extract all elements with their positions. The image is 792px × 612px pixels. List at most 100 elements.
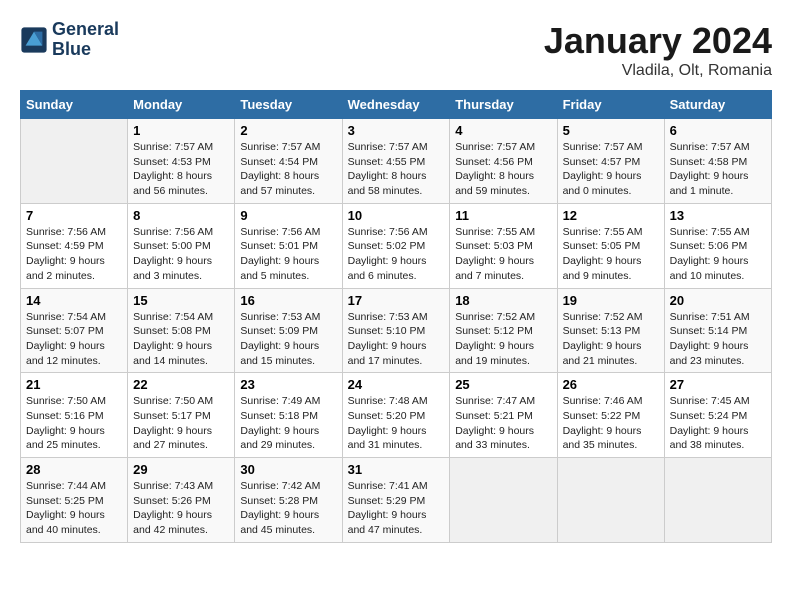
day-number: 6	[670, 123, 766, 138]
day-info: Sunrise: 7:45 AMSunset: 5:24 PMDaylight:…	[670, 394, 766, 453]
location: Vladila, Olt, Romania	[544, 62, 772, 80]
day-number: 11	[455, 208, 551, 223]
day-number: 16	[240, 293, 336, 308]
weekday-header-saturday: Saturday	[664, 91, 771, 119]
weekday-header-wednesday: Wednesday	[342, 91, 450, 119]
day-info: Sunrise: 7:44 AMSunset: 5:25 PMDaylight:…	[26, 479, 122, 538]
day-cell: 5 Sunrise: 7:57 AMSunset: 4:57 PMDaylight…	[557, 119, 664, 204]
weekday-header-row: SundayMondayTuesdayWednesdayThursdayFrid…	[21, 91, 772, 119]
week-row-0: 1 Sunrise: 7:57 AMSunset: 4:53 PMDaylight…	[21, 119, 772, 204]
day-info: Sunrise: 7:57 AMSunset: 4:55 PMDaylight:…	[348, 140, 445, 199]
day-cell: 24 Sunrise: 7:48 AMSunset: 5:20 PMDayligh…	[342, 373, 450, 458]
day-cell: 30 Sunrise: 7:42 AMSunset: 5:28 PMDayligh…	[235, 458, 342, 543]
day-number: 5	[563, 123, 659, 138]
day-number: 19	[563, 293, 659, 308]
day-number: 7	[26, 208, 122, 223]
day-number: 2	[240, 123, 336, 138]
day-cell: 10 Sunrise: 7:56 AMSunset: 5:02 PMDayligh…	[342, 203, 450, 288]
day-cell: 1 Sunrise: 7:57 AMSunset: 4:53 PMDaylight…	[128, 119, 235, 204]
day-info: Sunrise: 7:56 AMSunset: 4:59 PMDaylight:…	[26, 225, 122, 284]
day-info: Sunrise: 7:47 AMSunset: 5:21 PMDaylight:…	[455, 394, 551, 453]
day-info: Sunrise: 7:53 AMSunset: 5:10 PMDaylight:…	[348, 310, 445, 369]
day-info: Sunrise: 7:46 AMSunset: 5:22 PMDaylight:…	[563, 394, 659, 453]
day-cell	[557, 458, 664, 543]
day-info: Sunrise: 7:57 AMSunset: 4:56 PMDaylight:…	[455, 140, 551, 199]
day-info: Sunrise: 7:56 AMSunset: 5:01 PMDaylight:…	[240, 225, 336, 284]
day-info: Sunrise: 7:56 AMSunset: 5:02 PMDaylight:…	[348, 225, 445, 284]
day-number: 12	[563, 208, 659, 223]
day-info: Sunrise: 7:55 AMSunset: 5:06 PMDaylight:…	[670, 225, 766, 284]
week-row-3: 21Sunrise: 7:50 AMSunset: 5:16 PMDayligh…	[21, 373, 772, 458]
day-number: 22	[133, 377, 229, 392]
day-info: Sunrise: 7:49 AMSunset: 5:18 PMDaylight:…	[240, 394, 336, 453]
week-row-2: 14Sunrise: 7:54 AMSunset: 5:07 PMDayligh…	[21, 288, 772, 373]
day-number: 30	[240, 462, 336, 477]
day-info: Sunrise: 7:43 AMSunset: 5:26 PMDaylight:…	[133, 479, 229, 538]
day-cell: 16 Sunrise: 7:53 AMSunset: 5:09 PMDayligh…	[235, 288, 342, 373]
day-number: 1	[133, 123, 229, 138]
calendar-table: SundayMondayTuesdayWednesdayThursdayFrid…	[20, 90, 772, 543]
day-number: 20	[670, 293, 766, 308]
day-number: 14	[26, 293, 122, 308]
week-row-4: 28 Sunrise: 7:44 AMSunset: 5:25 PMDayligh…	[21, 458, 772, 543]
day-cell: 26 Sunrise: 7:46 AMSunset: 5:22 PMDayligh…	[557, 373, 664, 458]
day-cell: 4 Sunrise: 7:57 AMSunset: 4:56 PMDaylight…	[450, 119, 557, 204]
day-number: 26	[563, 377, 659, 392]
logo-icon	[20, 26, 48, 54]
month-title: January 2024	[544, 20, 772, 62]
day-cell: 27 Sunrise: 7:45 AMSunset: 5:24 PMDayligh…	[664, 373, 771, 458]
day-cell: 20 Sunrise: 7:51 AMSunset: 5:14 PMDayligh…	[664, 288, 771, 373]
day-info: Sunrise: 7:57 AMSunset: 4:57 PMDaylight:…	[563, 140, 659, 199]
day-cell: 8 Sunrise: 7:56 AMSunset: 5:00 PMDaylight…	[128, 203, 235, 288]
day-info: Sunrise: 7:52 AMSunset: 5:13 PMDaylight:…	[563, 310, 659, 369]
logo-text: General Blue	[52, 20, 119, 60]
day-cell: 23 Sunrise: 7:49 AMSunset: 5:18 PMDayligh…	[235, 373, 342, 458]
day-cell: 31Sunrise: 7:41 AMSunset: 5:29 PMDayligh…	[342, 458, 450, 543]
day-number: 18	[455, 293, 551, 308]
day-info: Sunrise: 7:50 AMSunset: 5:17 PMDaylight:…	[133, 394, 229, 453]
week-row-1: 7 Sunrise: 7:56 AMSunset: 4:59 PMDaylight…	[21, 203, 772, 288]
day-info: Sunrise: 7:55 AMSunset: 5:03 PMDaylight:…	[455, 225, 551, 284]
day-info: Sunrise: 7:52 AMSunset: 5:12 PMDaylight:…	[455, 310, 551, 369]
day-cell: 17 Sunrise: 7:53 AMSunset: 5:10 PMDayligh…	[342, 288, 450, 373]
day-number: 4	[455, 123, 551, 138]
day-cell: 15 Sunrise: 7:54 AMSunset: 5:08 PMDayligh…	[128, 288, 235, 373]
day-info: Sunrise: 7:53 AMSunset: 5:09 PMDaylight:…	[240, 310, 336, 369]
logo: General Blue	[20, 20, 119, 60]
day-info: Sunrise: 7:57 AMSunset: 4:54 PMDaylight:…	[240, 140, 336, 199]
day-number: 15	[133, 293, 229, 308]
day-number: 23	[240, 377, 336, 392]
day-cell: 21Sunrise: 7:50 AMSunset: 5:16 PMDayligh…	[21, 373, 128, 458]
day-number: 10	[348, 208, 445, 223]
day-cell: 2 Sunrise: 7:57 AMSunset: 4:54 PMDaylight…	[235, 119, 342, 204]
weekday-header-sunday: Sunday	[21, 91, 128, 119]
day-cell: 13 Sunrise: 7:55 AMSunset: 5:06 PMDayligh…	[664, 203, 771, 288]
day-info: Sunrise: 7:51 AMSunset: 5:14 PMDaylight:…	[670, 310, 766, 369]
day-number: 28	[26, 462, 122, 477]
day-cell: 6 Sunrise: 7:57 AMSunset: 4:58 PMDaylight…	[664, 119, 771, 204]
page-header: General Blue January 2024 Vladila, Olt, …	[20, 20, 772, 80]
day-info: Sunrise: 7:48 AMSunset: 5:20 PMDaylight:…	[348, 394, 445, 453]
day-info: Sunrise: 7:50 AMSunset: 5:16 PMDaylight:…	[26, 394, 122, 453]
weekday-header-monday: Monday	[128, 91, 235, 119]
day-cell: 3Sunrise: 7:57 AMSunset: 4:55 PMDaylight…	[342, 119, 450, 204]
day-cell: 25Sunrise: 7:47 AMSunset: 5:21 PMDayligh…	[450, 373, 557, 458]
day-number: 8	[133, 208, 229, 223]
day-info: Sunrise: 7:57 AMSunset: 4:53 PMDaylight:…	[133, 140, 229, 199]
day-number: 17	[348, 293, 445, 308]
day-info: Sunrise: 7:54 AMSunset: 5:08 PMDaylight:…	[133, 310, 229, 369]
day-number: 13	[670, 208, 766, 223]
weekday-header-thursday: Thursday	[450, 91, 557, 119]
day-cell: 14Sunrise: 7:54 AMSunset: 5:07 PMDayligh…	[21, 288, 128, 373]
day-info: Sunrise: 7:57 AMSunset: 4:58 PMDaylight:…	[670, 140, 766, 199]
day-number: 9	[240, 208, 336, 223]
day-info: Sunrise: 7:56 AMSunset: 5:00 PMDaylight:…	[133, 225, 229, 284]
day-cell: 18 Sunrise: 7:52 AMSunset: 5:12 PMDayligh…	[450, 288, 557, 373]
day-number: 24	[348, 377, 445, 392]
day-cell	[450, 458, 557, 543]
day-cell	[664, 458, 771, 543]
day-number: 27	[670, 377, 766, 392]
day-info: Sunrise: 7:42 AMSunset: 5:28 PMDaylight:…	[240, 479, 336, 538]
day-cell: 9 Sunrise: 7:56 AMSunset: 5:01 PMDaylight…	[235, 203, 342, 288]
day-info: Sunrise: 7:41 AMSunset: 5:29 PMDaylight:…	[348, 479, 445, 538]
